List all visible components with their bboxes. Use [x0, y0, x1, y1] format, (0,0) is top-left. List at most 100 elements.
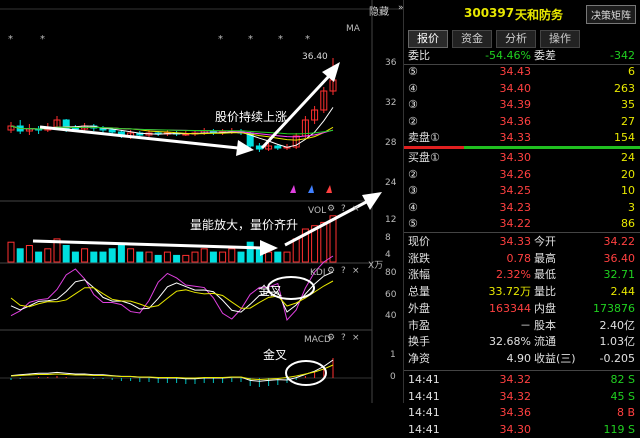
settings-icon[interactable]: ⚙: [327, 333, 335, 343]
vol-axis-tick: 12: [385, 215, 397, 225]
stats-row[interactable]: 涨跌 0.78 最高 36.40: [404, 251, 640, 267]
stat-value: -0.205: [599, 351, 635, 365]
stat-label: 今开: [534, 235, 556, 248]
stat-label: 流通: [534, 335, 556, 349]
stat-label: 内盘: [534, 301, 556, 315]
macd-axis-tick: 1: [390, 350, 396, 360]
close-icon[interactable]: ×: [352, 204, 360, 214]
order-volume: 20: [621, 167, 635, 181]
weibi-label: 委比: [408, 49, 430, 62]
tick-row[interactable]: 14:41 34.32 45 S: [404, 389, 640, 405]
weibi-value: -54.46%: [485, 49, 531, 62]
quote-panel: 300397 天和防务 决策矩阵 报价 资金 分析 操作 委比 -54.46% 委差 …: [403, 0, 640, 436]
stat-value: 34.22: [603, 235, 636, 248]
stats-row[interactable]: 净资 4.90 收益(三) -0.205: [404, 351, 640, 367]
tab-analysis[interactable]: 分析: [496, 30, 536, 48]
order-price: 34.25: [499, 184, 532, 197]
sell-order-row[interactable]: ④ 34.40 263: [404, 81, 640, 97]
vol-axis-tick: 4: [385, 250, 391, 260]
kdj-lines: [10, 255, 334, 322]
svg-text:*: *: [40, 34, 45, 45]
order-price: 34.39: [499, 98, 532, 111]
chart-area[interactable]: * * * * * * 隐藏 » MA 36.40 36 32 28 24 VOL ⚙ …: [0, 0, 404, 403]
order-level: ③: [408, 98, 418, 111]
settings-icon[interactable]: ⚙: [327, 204, 335, 214]
buy-order-row[interactable]: ② 34.26 20: [404, 167, 640, 183]
sell-order-row[interactable]: ⑤ 34.43 6: [404, 64, 640, 80]
svg-text:*: *: [218, 34, 223, 45]
stat-value: 4.90: [506, 351, 532, 365]
vol-axis-tick: 8: [385, 233, 391, 243]
tick-row[interactable]: 14:41 34.32 82 S: [404, 372, 640, 388]
stats-row[interactable]: 总量 33.72万 量比 2.44: [404, 284, 640, 300]
svg-text:*: *: [248, 34, 253, 45]
stat-value: 32.71: [603, 268, 636, 282]
buy-order-row[interactable]: ⑤ 34.22 86: [404, 216, 640, 232]
tick-price: 34.36: [499, 406, 532, 419]
stat-label: 外盘: [408, 301, 430, 315]
order-volume: 154: [614, 131, 635, 144]
stock-code: 300397: [464, 6, 515, 20]
close-icon[interactable]: ×: [352, 266, 360, 276]
close-icon[interactable]: ×: [352, 333, 360, 343]
buy-order-row[interactable]: ④ 34.23 3: [404, 200, 640, 216]
buy-order-row[interactable]: ③ 34.25 10: [404, 183, 640, 199]
tick-price: 34.32: [499, 373, 532, 386]
stat-label: 最低: [534, 268, 556, 282]
stats-row[interactable]: 外盘 163344 内盘 173876: [404, 301, 640, 317]
stats-row[interactable]: 市盈 －股本 2.40亿: [404, 318, 640, 334]
tab-operation[interactable]: 操作: [540, 30, 580, 48]
kdj-axis-tick: 80: [385, 268, 397, 278]
kdj-label: KDJ: [310, 268, 326, 278]
order-level: 买盘①: [408, 151, 440, 164]
order-level: 卖盘①: [408, 131, 440, 144]
tick-row[interactable]: 14:41 34.36 8 B: [404, 405, 640, 421]
tick-time: 14:41: [408, 373, 440, 386]
stat-label: 涨幅: [408, 268, 430, 282]
order-volume: 35: [621, 98, 635, 111]
order-price: 34.33: [499, 131, 532, 144]
price-peak-label: 36.40: [302, 52, 328, 62]
sell-order-row[interactable]: ② 34.36 27: [404, 114, 640, 130]
tab-quote[interactable]: 报价: [408, 30, 448, 48]
settings-icon[interactable]: ⚙: [327, 266, 335, 276]
sell-order-row[interactable]: ③ 34.39 35: [404, 97, 640, 113]
stat-value: 34.33: [499, 235, 532, 248]
stats-row[interactable]: 现价 34.33 今开 34.22: [404, 234, 640, 250]
signal-markers: [290, 185, 332, 193]
order-volume: 27: [621, 114, 635, 128]
order-volume: 3: [628, 200, 635, 214]
buy-order-row[interactable]: 买盘① 34.30 24: [404, 150, 640, 166]
stat-label: 总量: [408, 285, 430, 299]
stat-value: 2.32%: [496, 268, 531, 282]
stats-row[interactable]: 换手 32.68% 流通 1.03亿: [404, 334, 640, 350]
order-level: ④: [408, 200, 418, 214]
sell-order-row[interactable]: 卖盘① 34.33 154: [404, 130, 640, 146]
tab-funds[interactable]: 资金: [452, 30, 492, 48]
tick-price: 34.32: [499, 389, 532, 403]
help-icon[interactable]: ?: [341, 333, 346, 343]
tick-row[interactable]: 14:41 34.30 119 S: [404, 422, 640, 438]
svg-text:*: *: [305, 34, 310, 45]
help-icon[interactable]: ?: [341, 266, 346, 276]
order-price: 34.36: [499, 114, 532, 128]
macd-axis-tick: 0: [390, 372, 396, 382]
stat-value: 173876: [593, 301, 635, 315]
order-level: ②: [408, 167, 418, 181]
decision-matrix-button[interactable]: 决策矩阵: [586, 5, 636, 24]
order-volume: 263: [614, 81, 635, 95]
help-icon[interactable]: ?: [341, 204, 346, 214]
weicha-label: 委差: [534, 49, 556, 62]
weicha-value: -342: [610, 49, 635, 62]
order-price: 34.22: [499, 217, 532, 230]
price-axis-tick: 36: [385, 58, 397, 68]
stat-label: 现价: [408, 235, 430, 248]
stat-value: 0.78: [506, 251, 532, 265]
stats-row[interactable]: 涨幅 2.32% 最低 32.71: [404, 267, 640, 283]
annotation-price-trend: 股价持续上涨: [215, 110, 288, 124]
stat-value: 163344: [489, 301, 531, 315]
hide-button[interactable]: 隐藏: [369, 3, 389, 18]
tab-bar: 报价 资金 分析 操作: [408, 30, 584, 48]
order-price: 34.43: [499, 65, 532, 78]
order-level: ⑤: [408, 217, 418, 230]
